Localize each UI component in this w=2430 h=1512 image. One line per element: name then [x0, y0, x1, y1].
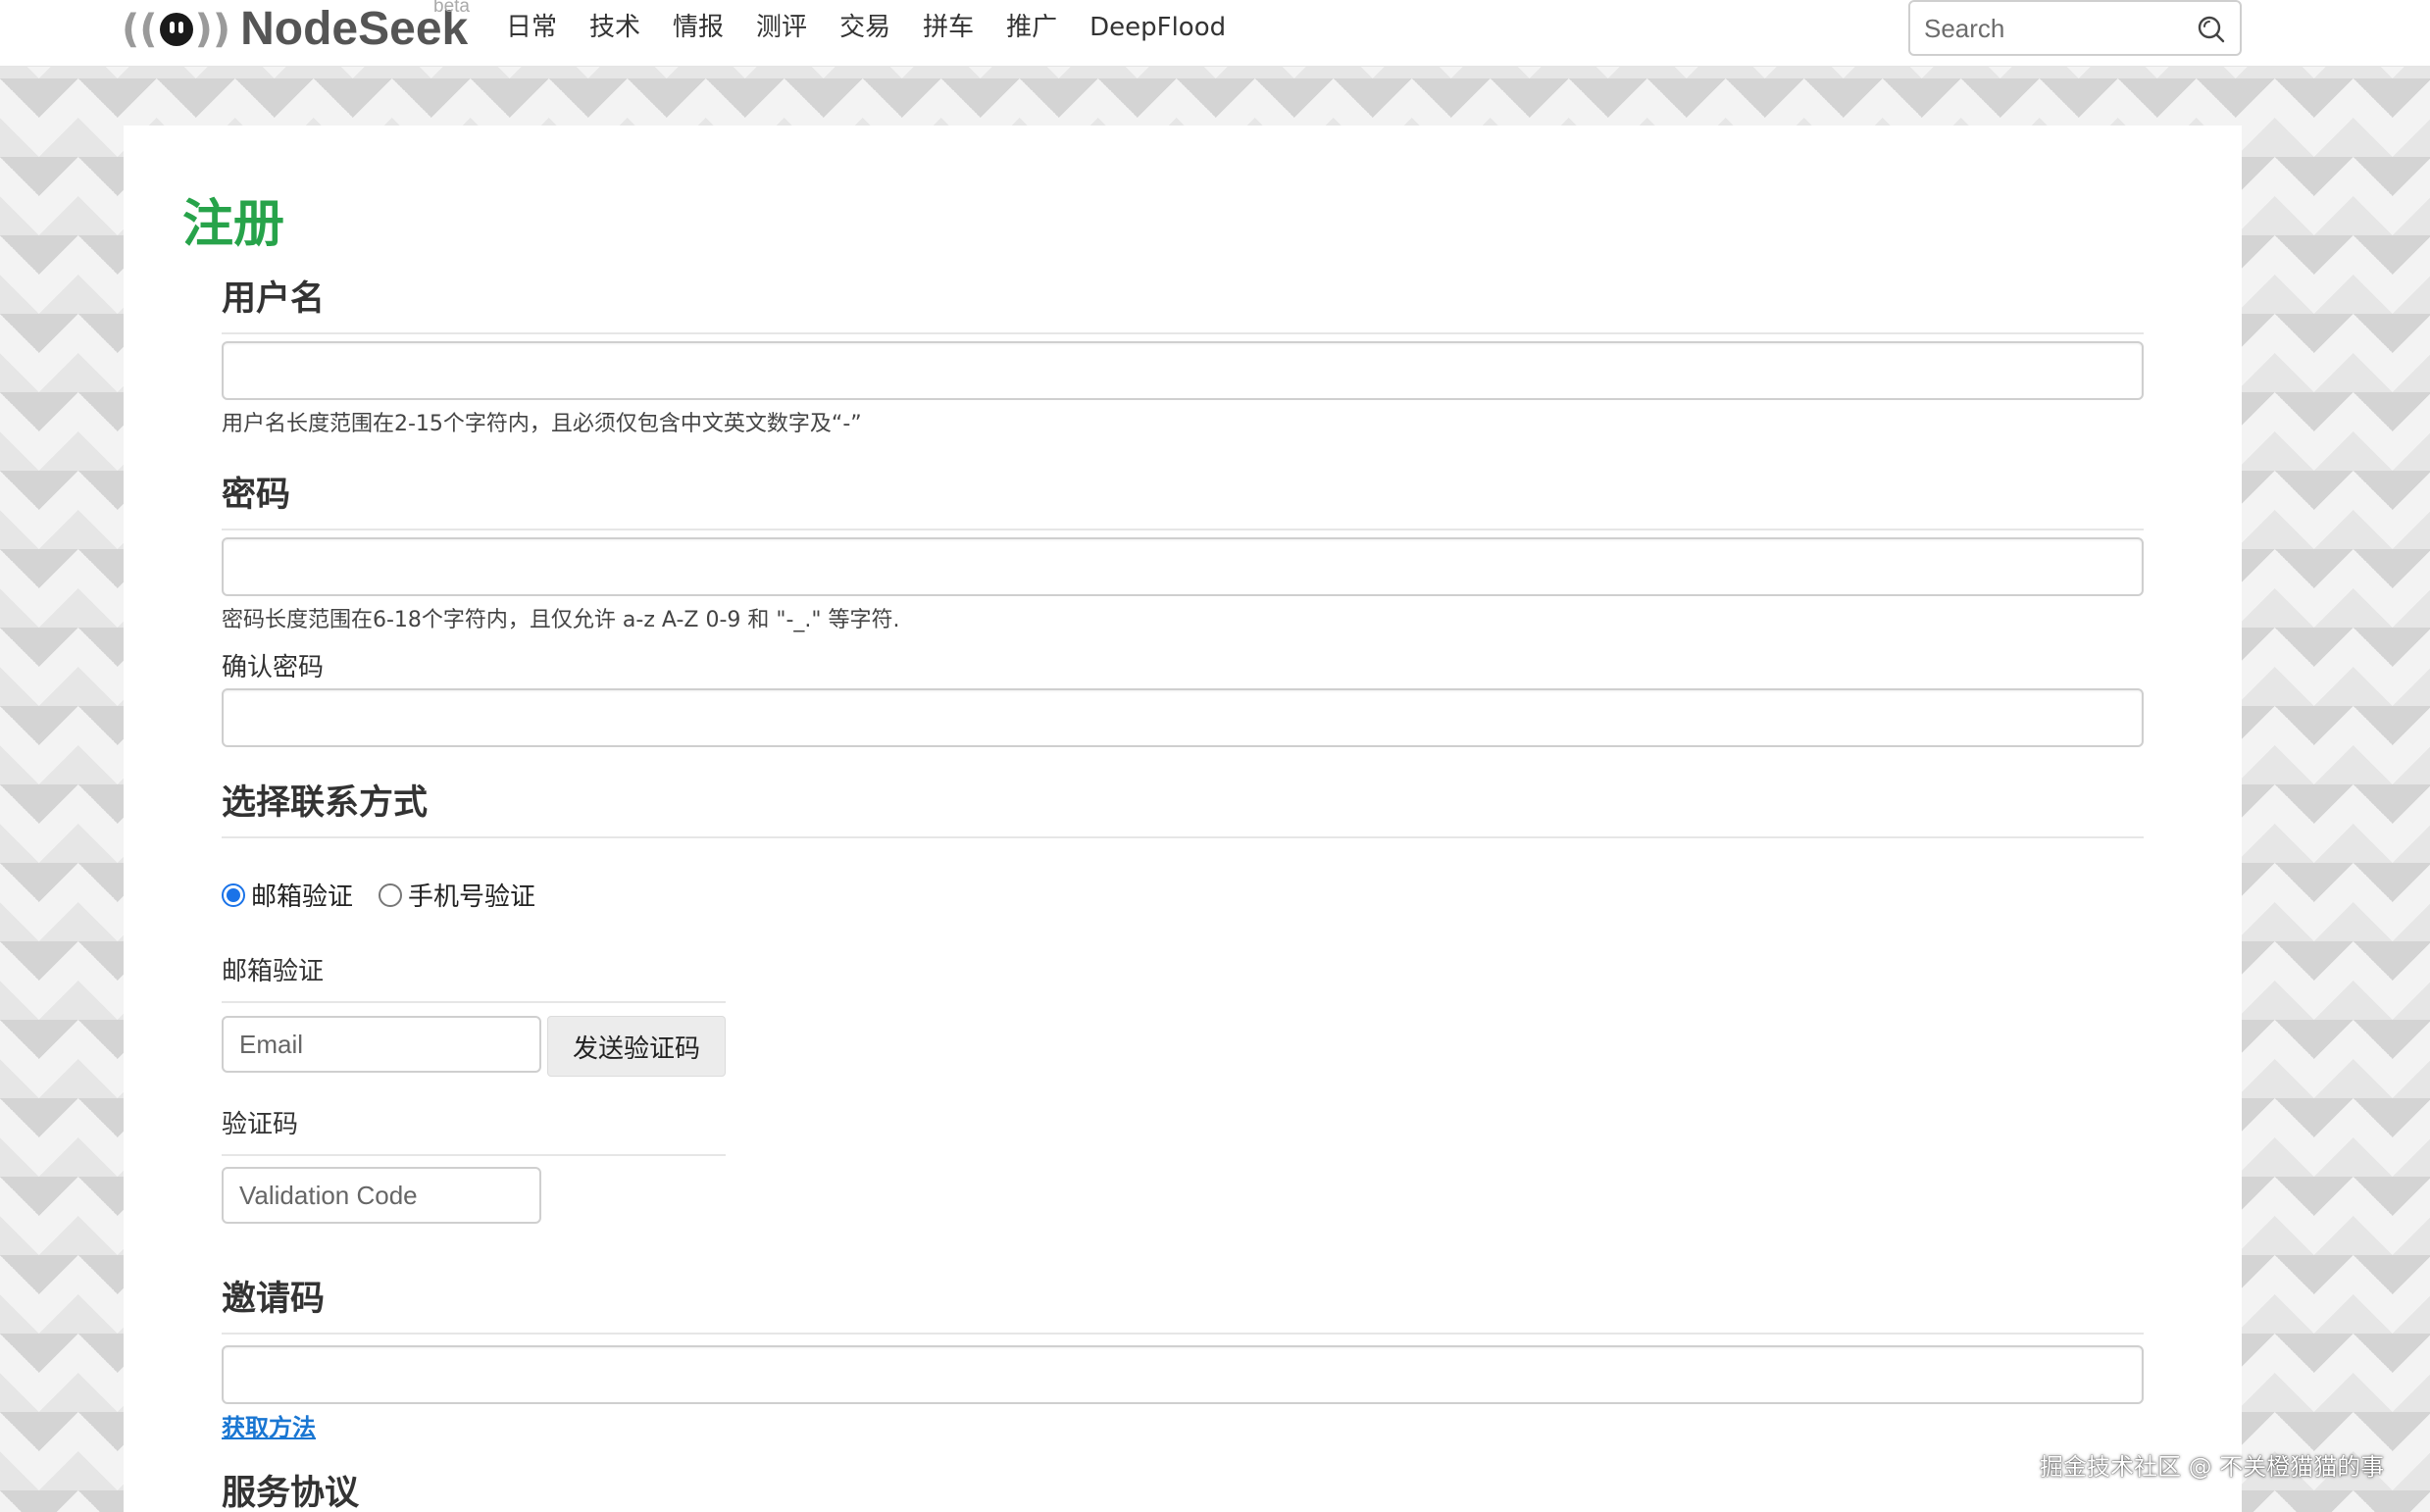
username-heading: 用户名 [222, 271, 2144, 334]
confirm-password-label: 确认密码 [222, 653, 325, 682]
username-input[interactable] [222, 341, 2144, 400]
phone-radio-label[interactable]: 手机号验证 [408, 877, 535, 913]
contact-radio-group: 邮箱验证 手机号验证 [222, 877, 561, 913]
terms-heading: 服务协议 [222, 1474, 360, 1512]
top-navbar: (( )) NodeSeek beta 日常 技术 情报 测评 交易 拼车 推广… [0, 0, 2430, 67]
email-label: 邮箱验证 [222, 951, 726, 1003]
code-label: 验证码 [222, 1104, 726, 1156]
register-card: 注册 用户名 用户名长度范围在2-15个字符内，且必须仅包含中文英文数字及“-”… [124, 126, 2242, 1512]
main-nav: 日常 技术 情报 测评 交易 拼车 推广 DeepFlood [506, 10, 1258, 45]
invite-heading: 邀请码 [222, 1271, 2144, 1335]
password-input[interactable] [222, 537, 2144, 596]
logo-mark-icon: (( )) [122, 7, 231, 52]
search-input[interactable] [1924, 10, 2189, 47]
beta-badge: beta [433, 0, 470, 17]
contact-heading: 选择联系方式 [222, 775, 2144, 838]
nav-item-daily[interactable]: 日常 [506, 10, 573, 45]
page-title: 注册 [182, 195, 285, 254]
nav-item-tech[interactable]: 技术 [589, 10, 656, 45]
nav-item-deepflood[interactable]: DeepFlood [1089, 10, 1241, 45]
search-icon[interactable] [2197, 15, 2226, 44]
phone-radio[interactable] [379, 882, 403, 907]
confirm-password-input[interactable] [222, 688, 2144, 747]
nav-item-promotion[interactable]: 推广 [1006, 10, 1073, 45]
email-input[interactable] [222, 1016, 541, 1073]
email-radio-label[interactable]: 邮箱验证 [251, 877, 353, 913]
send-code-button[interactable]: 发送验证码 [547, 1016, 726, 1077]
site-logo[interactable]: (( )) NodeSeek beta [122, 0, 470, 57]
watermark: 掘金技术社区 @ 不关橙猫猫的事 [2040, 1453, 2385, 1481]
password-heading: 密码 [222, 467, 2144, 530]
invite-code-input[interactable] [222, 1345, 2144, 1404]
nav-item-review[interactable]: 测评 [756, 10, 823, 45]
search-box [1908, 0, 2242, 56]
email-radio[interactable] [222, 882, 245, 907]
password-help: 密码长度范围在6-18个字符内，且仅允许 a-z A-Z 0-9 和 "-_."… [222, 608, 900, 632]
nav-item-trade[interactable]: 交易 [839, 10, 906, 45]
username-help: 用户名长度范围在2-15个字符内，且必须仅包含中文英文数字及“-” [222, 412, 862, 436]
get-invite-link[interactable]: 获取方法 [222, 1408, 316, 1442]
code-input[interactable] [222, 1167, 541, 1224]
nav-item-info[interactable]: 情报 [673, 10, 739, 45]
nav-item-carpool[interactable]: 拼车 [923, 10, 989, 45]
